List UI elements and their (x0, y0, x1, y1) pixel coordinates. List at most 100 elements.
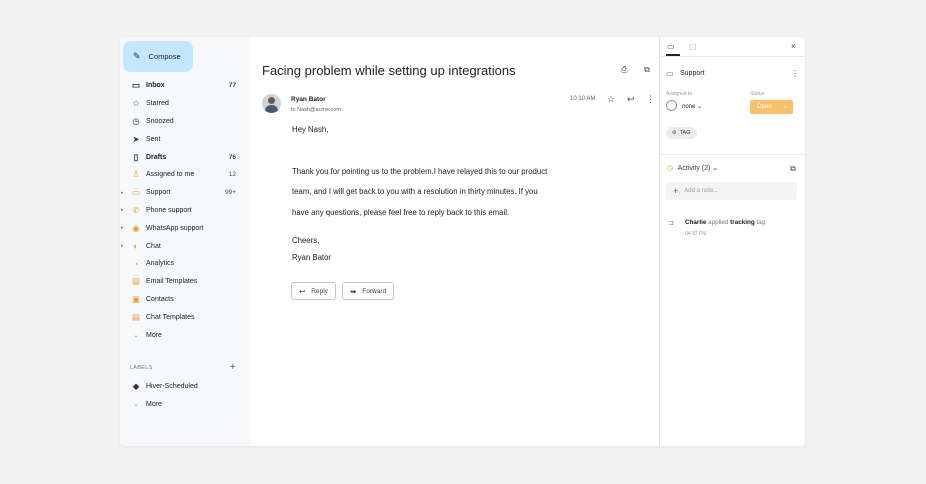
sidebar-item-count: 77 (228, 82, 236, 90)
phone-icon: ✆ (132, 204, 140, 215)
more-vert-icon[interactable]: ⋮ (791, 69, 799, 78)
contacts-icon: ▣ (131, 293, 141, 304)
label-item-hiver-scheduled[interactable]: ◆ Hiver-Scheduled (120, 378, 250, 396)
status-select[interactable]: Open ⌄ (750, 100, 793, 114)
reply-icon: ↩ (299, 286, 306, 296)
forward-button[interactable]: ➡ Forward (342, 282, 395, 300)
sidebar-item-assigned-to-me[interactable]: ♙ Assigned to me 12 (120, 166, 250, 184)
tag-icon: ⊐ (668, 220, 674, 227)
open-in-new-icon[interactable]: ⧉ (644, 65, 650, 75)
tag-label: TAG (679, 130, 691, 136)
activity-suffix: tag (756, 219, 766, 226)
sidebar-item-label: Support (146, 189, 171, 197)
expand-arrow-icon[interactable]: ▸ (121, 243, 124, 249)
add-note-input[interactable]: + Add a note... (666, 182, 797, 200)
divider (660, 56, 805, 57)
expand-arrow-icon[interactable]: ▸ (121, 190, 124, 196)
add-tag-button[interactable]: ⊘ TAG (666, 127, 697, 139)
email-greeting: Hey Nash, (292, 125, 329, 134)
labels-list: ◆ Hiver-Scheduled ⌄ More (120, 378, 250, 414)
sidebar-item-chat-templates[interactable]: ▤ Chat Templates (120, 308, 250, 326)
more-vert-icon[interactable]: ⋮ (646, 94, 655, 105)
chat-icon: ◐ (133, 241, 139, 252)
label-item-more[interactable]: ⌄ More (120, 396, 250, 414)
label-item-text: Hiver-Scheduled (146, 383, 198, 391)
sidebar-item-phone-support[interactable]: ▸ ✆ Phone support (120, 202, 250, 220)
assigned-to-label: Assigned to (666, 91, 693, 97)
activity-icon: ◷ (667, 165, 674, 172)
sidebar-item-contacts[interactable]: ▣ Contacts (120, 291, 250, 309)
sender-name: Ryan Bator (291, 96, 326, 103)
sidebar-item-label: More (146, 331, 162, 339)
divider (660, 154, 805, 155)
reply-button[interactable]: ↩ Reply (291, 282, 336, 300)
sidebar-item-label: Snoozed (146, 117, 174, 125)
note-placeholder: Add a note... (684, 188, 719, 194)
tag-icon: ⊘ (672, 130, 677, 136)
sidebar-item-chat[interactable]: ▸ ◐ Chat (120, 237, 250, 255)
label-tag-icon: ◆ (132, 381, 140, 392)
email-signature: Ryan Bator (292, 253, 332, 262)
sidebar-item-drafts[interactable]: ▯ Drafts 76 (120, 148, 250, 166)
reply-icon[interactable]: ↩ (627, 94, 635, 105)
activity-toggle[interactable]: ◷ Activity (2) ⌄ (667, 164, 718, 172)
expand-arrow-icon[interactable]: ▸ (121, 225, 124, 231)
sidebar-item-label: WhatsApp support (146, 224, 204, 232)
side-panel: ▭ ▢ × ▭ Support ⋮ Assigned to Status non… (659, 37, 805, 446)
chevron-down-icon: ⌄ (133, 402, 139, 409)
inbox-tray-icon: ▭ (131, 187, 141, 198)
assignee-value: none (682, 104, 696, 110)
star-icon[interactable]: ☆ (607, 94, 615, 105)
expand-arrow-icon[interactable]: ▸ (121, 207, 124, 213)
sidebar-item-label: Drafts (146, 153, 167, 161)
email-subject: Facing problem while setting up integrat… (262, 63, 516, 78)
sidebar-item-label: Contacts (146, 295, 174, 303)
compose-button[interactable]: ✎ Compose (123, 41, 193, 72)
label-item-text: More (146, 401, 162, 409)
send-icon: ➤ (132, 133, 140, 144)
notes-tab-icon[interactable]: ▢ (689, 42, 697, 51)
email-signoff: Cheers, (292, 236, 320, 245)
close-icon[interactable]: × (791, 42, 796, 51)
sidebar-item-starred[interactable]: ☆ Starred (120, 95, 250, 113)
assignee-select[interactable]: none ⌄ (682, 103, 702, 110)
sidebar-item-analytics[interactable]: ◔ Analytics (120, 255, 250, 273)
sidebar-item-more[interactable]: ⌄ More (120, 326, 250, 344)
activity-time: 04:37 PM (685, 231, 707, 237)
sidebar-item-label: Phone support (146, 206, 192, 214)
sidebar-item-inbox[interactable]: ▭ Inbox 77 (120, 77, 250, 95)
email-body-line: have any questions, please feel free to … (292, 208, 510, 217)
reply-label: Reply (311, 287, 328, 295)
sidebar-item-label: Chat (146, 242, 161, 250)
forward-label: Forward (362, 287, 387, 295)
app-window: ✎ Compose ▭ Inbox 77 ☆ Starred ◷ Snoozed… (120, 37, 805, 446)
sidebar-item-label: Analytics (146, 260, 175, 268)
sidebar-item-email-templates[interactable]: ▤ Email Templates (120, 273, 250, 291)
chevron-down-icon: ⌄ (782, 104, 788, 110)
whatsapp-icon: ◉ (132, 222, 140, 233)
print-icon[interactable]: ⎙ (621, 65, 627, 75)
sidebar-item-snoozed[interactable]: ◷ Snoozed (120, 113, 250, 131)
sidebar-item-label: Sent (146, 135, 161, 143)
sidebar-item-sent[interactable]: ➤ Sent (120, 130, 250, 148)
recipient-line: to Nash@acme.com (291, 107, 341, 113)
add-label-icon[interactable]: + (230, 362, 236, 373)
email-body-line: team, and I will get back to you with a … (292, 187, 538, 196)
inbox-tab-icon[interactable]: ▭ (667, 42, 675, 51)
chat-template-icon: ▤ (131, 311, 141, 322)
sidebar-item-support[interactable]: ▸ ▭ Support 99+ (120, 184, 250, 202)
sidebar-item-whatsapp-support[interactable]: ▸ ◉ WhatsApp support (120, 219, 250, 237)
template-icon: ▤ (131, 276, 141, 287)
activity-action: applied (708, 219, 729, 226)
activity-label: Activity (2) (677, 165, 711, 172)
plus-icon: + (673, 186, 679, 196)
email-time: 10:10 AM (570, 96, 596, 102)
open-in-new-icon[interactable]: ⧉ (790, 164, 796, 174)
clock-icon: ◷ (132, 115, 140, 126)
email-view: Facing problem while setting up integrat… (250, 37, 659, 446)
star-icon: ☆ (132, 98, 140, 109)
sidebar-item-label: Inbox (146, 82, 165, 90)
inbox-icon: ▭ (131, 80, 141, 91)
status-value: Open (757, 104, 772, 110)
sidebar-item-count: 99+ (224, 189, 236, 197)
